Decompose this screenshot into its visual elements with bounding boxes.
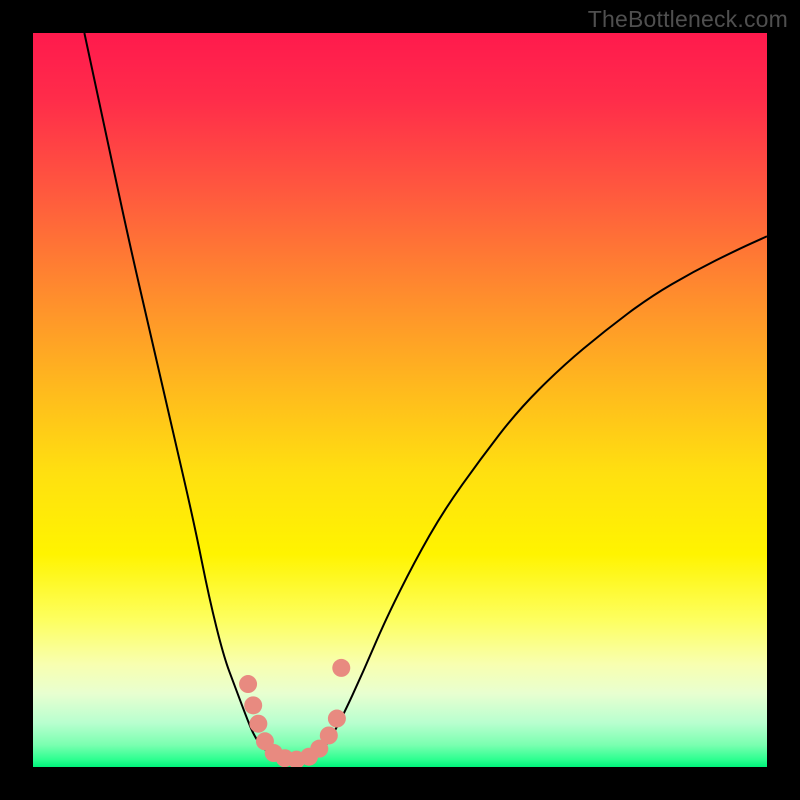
marker-dot (249, 715, 267, 733)
marker-dot (320, 726, 338, 744)
chart-frame: TheBottleneck.com (0, 0, 800, 800)
marker-dot (328, 710, 346, 728)
watermark-text: TheBottleneck.com (588, 6, 788, 33)
marker-dot (239, 675, 257, 693)
plot-area (33, 33, 767, 767)
marker-dot (332, 659, 350, 677)
bottleneck-curve (84, 33, 767, 760)
marker-dot (244, 696, 262, 714)
curve-path (84, 33, 767, 760)
highlight-markers (239, 659, 350, 767)
curve-layer (33, 33, 767, 767)
